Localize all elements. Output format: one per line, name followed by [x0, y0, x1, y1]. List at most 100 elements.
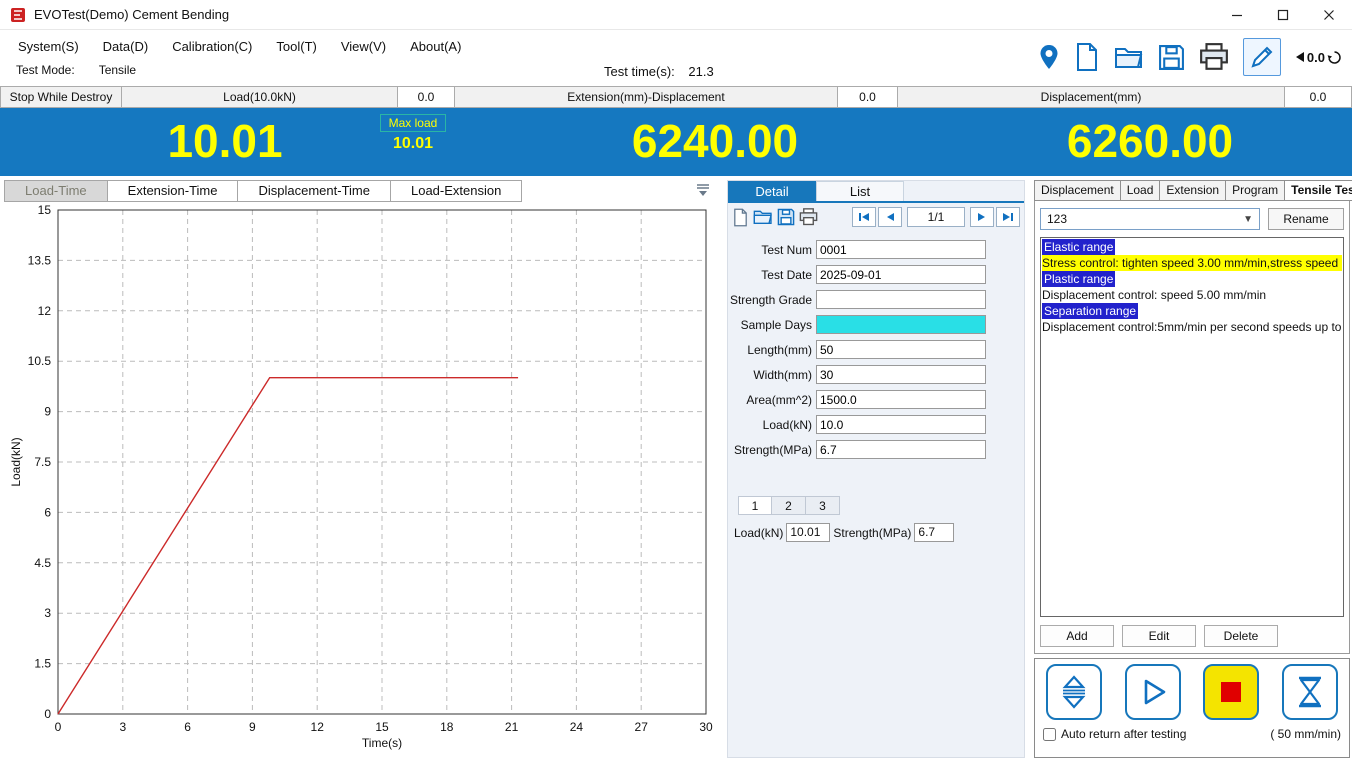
status-row: Stop While Destroy Load(10.0kN) 0.0 Exte… [0, 86, 1352, 108]
play-icon [1138, 677, 1168, 707]
sample-tab-2[interactable]: 2 [772, 496, 806, 515]
test-date-field[interactable] [816, 265, 986, 284]
tab-extension-time[interactable]: Extension-Time [108, 180, 239, 202]
result-load-value[interactable]: 10.01 [786, 523, 830, 542]
width-field[interactable] [816, 365, 986, 384]
result-strength-label: Strength(MPa) [833, 526, 911, 540]
stop-test-button[interactable] [1203, 664, 1259, 720]
save-icon [777, 208, 795, 226]
close-button[interactable] [1306, 0, 1352, 29]
extension-channel-label: Extension(mm)-Displacement [455, 86, 838, 108]
field-label: Test Num [728, 243, 816, 257]
tab-program[interactable]: Program [1226, 180, 1285, 201]
nav-first-button[interactable] [852, 207, 876, 227]
step-stress-control[interactable]: Stress control: tighten speed 3.00 mm/mi… [1042, 255, 1342, 271]
add-button[interactable]: Add [1040, 625, 1114, 647]
auto-return-checkbox[interactable] [1043, 728, 1056, 741]
close-icon [1323, 9, 1335, 21]
svg-text:24: 24 [570, 720, 584, 734]
save-icon [1158, 44, 1185, 71]
tab-tensile-test[interactable]: Tensile Test [1285, 180, 1352, 201]
sample-tab-1[interactable]: 1 [738, 496, 772, 515]
rename-button[interactable]: Rename [1268, 208, 1344, 230]
length-field[interactable] [816, 340, 986, 359]
menu-about[interactable]: About(A) [398, 36, 473, 57]
save-button[interactable] [1158, 44, 1185, 71]
program-steps-list[interactable]: Elastic range Stress control: tighten sp… [1040, 237, 1344, 617]
displacement-channel-label: Displacement(mm) [898, 86, 1285, 108]
step-elastic-range[interactable]: Elastic range [1042, 239, 1115, 255]
sample-tab-3[interactable]: 3 [806, 496, 840, 515]
start-test-button[interactable] [1125, 664, 1181, 720]
svg-text:30: 30 [699, 720, 713, 734]
tab-extension[interactable]: Extension [1160, 180, 1226, 201]
record-print-button[interactable] [799, 208, 818, 226]
nav-prev-button[interactable] [878, 207, 902, 227]
sample-tabs: 1 2 3 [738, 496, 1024, 515]
tab-detail[interactable]: Detail [728, 181, 816, 201]
menu-calibration[interactable]: Calibration(C) [160, 36, 264, 57]
new-file-button[interactable] [1074, 42, 1100, 72]
tab-displacement-time[interactable]: Displacement-Time [238, 180, 391, 202]
maximize-button[interactable] [1260, 0, 1306, 29]
open-file-button[interactable] [1114, 44, 1144, 71]
strength-grade-field[interactable] [816, 290, 986, 309]
field-label: Area(mm^2) [728, 393, 816, 407]
test-mode-label: Test Mode: [16, 63, 75, 77]
menu-tool[interactable]: Tool(T) [264, 36, 328, 57]
print-button[interactable] [1199, 43, 1229, 71]
field-label: Width(mm) [728, 368, 816, 382]
minimize-button[interactable] [1214, 0, 1260, 29]
nav-last-button[interactable] [996, 207, 1020, 227]
svg-text:6: 6 [44, 505, 51, 519]
tab-list[interactable]: List [816, 181, 904, 201]
menu-data[interactable]: Data(D) [91, 36, 161, 57]
svg-text:Load(kN): Load(kN) [9, 437, 23, 486]
svg-text:3: 3 [119, 720, 126, 734]
step-displacement-control-2[interactable]: Displacement control:5mm/min per second … [1042, 319, 1342, 335]
svg-text:18: 18 [440, 720, 454, 734]
max-load-block: Max load 10.01 [370, 114, 456, 153]
load-channel-value: 0.0 [398, 86, 455, 108]
timer-button[interactable] [1282, 664, 1338, 720]
jog-position-button[interactable] [1046, 664, 1102, 720]
pencil-icon [1250, 44, 1274, 70]
step-plastic-range[interactable]: Plastic range [1042, 271, 1115, 287]
encoder-reset-button[interactable]: 0.0 [1295, 50, 1342, 65]
load-field[interactable] [816, 415, 986, 434]
svg-text:12: 12 [38, 304, 52, 318]
first-record-icon [858, 212, 870, 222]
nav-next-button[interactable] [970, 207, 994, 227]
location-button[interactable] [1038, 44, 1060, 71]
edit-button[interactable] [1243, 38, 1281, 76]
tab-load-time[interactable]: Load-Time [4, 180, 108, 202]
chart-options-button[interactable] [696, 184, 718, 199]
delete-button[interactable]: Delete [1204, 625, 1278, 647]
svg-text:0: 0 [44, 707, 51, 721]
tab-displacement[interactable]: Displacement [1034, 180, 1121, 201]
step-separation-range[interactable]: Separation range [1042, 303, 1138, 319]
sample-days-field[interactable] [816, 315, 986, 334]
svg-text:12: 12 [311, 720, 325, 734]
area-field[interactable] [816, 390, 986, 409]
result-strength-value[interactable]: 6.7 [914, 523, 954, 542]
svg-text:3: 3 [44, 606, 51, 620]
svg-text:15: 15 [38, 203, 52, 217]
chart-panel: Load-Time Extension-Time Displacement-Ti… [4, 180, 718, 758]
record-new-button[interactable] [732, 208, 749, 227]
record-open-button[interactable] [753, 208, 773, 226]
edit-button-step[interactable]: Edit [1122, 625, 1196, 647]
step-displacement-control[interactable]: Displacement control: speed 5.00 mm/min [1042, 287, 1342, 303]
menu-system[interactable]: System(S) [6, 36, 91, 57]
scheme-select[interactable]: 123 ▼ [1040, 208, 1260, 230]
tab-load-extension[interactable]: Load-Extension [391, 180, 522, 202]
strength-field[interactable] [816, 440, 986, 459]
machine-control-buttons [1035, 659, 1349, 720]
test-num-field[interactable] [816, 240, 986, 259]
record-save-button[interactable] [777, 208, 795, 226]
tab-load[interactable]: Load [1121, 180, 1161, 201]
menu-view[interactable]: View(V) [329, 36, 398, 57]
stop-square-icon [1219, 680, 1243, 704]
program-tabs: Displacement Load Extension Program Tens… [1034, 180, 1350, 201]
new-file-icon [732, 208, 749, 227]
